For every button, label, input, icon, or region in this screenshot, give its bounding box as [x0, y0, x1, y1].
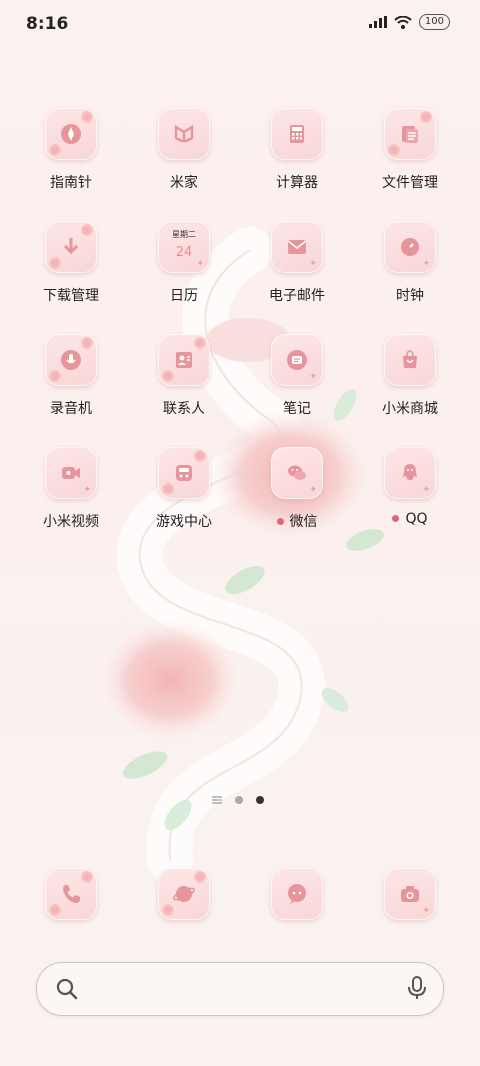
app-label: 小米商城 [382, 401, 438, 417]
status-time: 8:16 [26, 14, 69, 34]
app-mi-video[interactable]: ✦ 小米视频 [21, 447, 121, 531]
messages-icon [271, 868, 323, 920]
qq-icon: ✦ [384, 447, 436, 499]
shop-icon [384, 334, 436, 386]
search-bar[interactable] [36, 962, 444, 1016]
calendar-day: 24 [175, 245, 193, 260]
app-mi-home[interactable]: 米家 [134, 108, 234, 192]
mi-home-icon [158, 108, 210, 160]
app-label: 微信 [247, 511, 347, 531]
app-label: 文件管理 [382, 175, 438, 191]
app-game-center[interactable]: 游戏中心 [134, 447, 234, 531]
app-label: QQ [360, 511, 460, 527]
page-indicator[interactable] [212, 796, 264, 804]
new-install-dot [276, 517, 284, 525]
dock-messages[interactable] [247, 868, 347, 920]
page-dot-1[interactable] [235, 796, 243, 804]
app-calendar[interactable]: 星期二 24 ✦ 日历 [134, 221, 234, 305]
app-label: 指南针 [50, 175, 92, 191]
signal-icon [368, 16, 387, 28]
calendar-icon: 星期二 24 ✦ [158, 221, 210, 273]
clock-icon: ✦ [384, 221, 436, 273]
contacts-icon [158, 334, 210, 386]
app-notes[interactable]: ✦ 笔记 [247, 334, 347, 418]
app-clock[interactable]: ✦ 时钟 [360, 221, 460, 305]
app-label: 游戏中心 [156, 514, 212, 530]
download-icon [45, 221, 97, 273]
dock-browser[interactable] [134, 868, 234, 920]
app-mi-store[interactable]: 小米商城 [360, 334, 460, 418]
app-wechat[interactable]: ✦ 微信 [247, 447, 347, 531]
notes-icon: ✦ [271, 334, 323, 386]
calendar-weekday: 星期二 [172, 230, 196, 239]
camera-icon: ✦ [384, 868, 436, 920]
page-list-icon [212, 796, 222, 804]
app-label: 联系人 [163, 401, 205, 417]
wechat-icon: ✦ [271, 447, 323, 499]
browser-icon [158, 868, 210, 920]
battery-indicator: 100 [418, 14, 450, 30]
app-contacts[interactable]: 联系人 [134, 334, 234, 418]
app-label: 小米视频 [43, 514, 99, 530]
app-label: 计算器 [276, 175, 318, 191]
dock-camera[interactable]: ✦ [360, 868, 460, 920]
phone-icon [45, 868, 97, 920]
app-qq[interactable]: ✦ QQ [360, 447, 460, 527]
app-recorder[interactable]: 录音机 [21, 334, 121, 418]
compass-icon [45, 108, 97, 160]
app-label: 米家 [170, 175, 198, 191]
recorder-icon [45, 334, 97, 386]
app-label: 时钟 [396, 288, 424, 304]
app-label: 日历 [170, 288, 198, 304]
new-install-dot [392, 514, 400, 522]
status-bar: 8:16 100 [0, 0, 480, 48]
video-icon: ✦ [45, 447, 97, 499]
microphone-icon[interactable] [407, 975, 427, 1001]
app-calculator[interactable]: 计算器 [247, 108, 347, 192]
wifi-icon [394, 15, 412, 29]
status-icons: 100 [368, 14, 450, 30]
app-compass[interactable]: 指南针 [21, 108, 121, 192]
calculator-icon [271, 108, 323, 160]
search-icon[interactable] [55, 977, 79, 1001]
mail-icon: ✦ [271, 221, 323, 273]
app-mail[interactable]: ✦ 电子邮件 [247, 221, 347, 305]
app-label: 电子邮件 [269, 288, 325, 304]
app-file-manager[interactable]: 文件管理 [360, 108, 460, 192]
dock-phone[interactable] [21, 868, 121, 920]
file-manager-icon [384, 108, 436, 160]
app-label: 笔记 [283, 401, 311, 417]
app-label: 下载管理 [43, 288, 99, 304]
game-center-icon [158, 447, 210, 499]
app-downloads[interactable]: 下载管理 [21, 221, 121, 305]
app-label: 录音机 [50, 401, 92, 417]
page-dot-2-active[interactable] [256, 796, 264, 804]
